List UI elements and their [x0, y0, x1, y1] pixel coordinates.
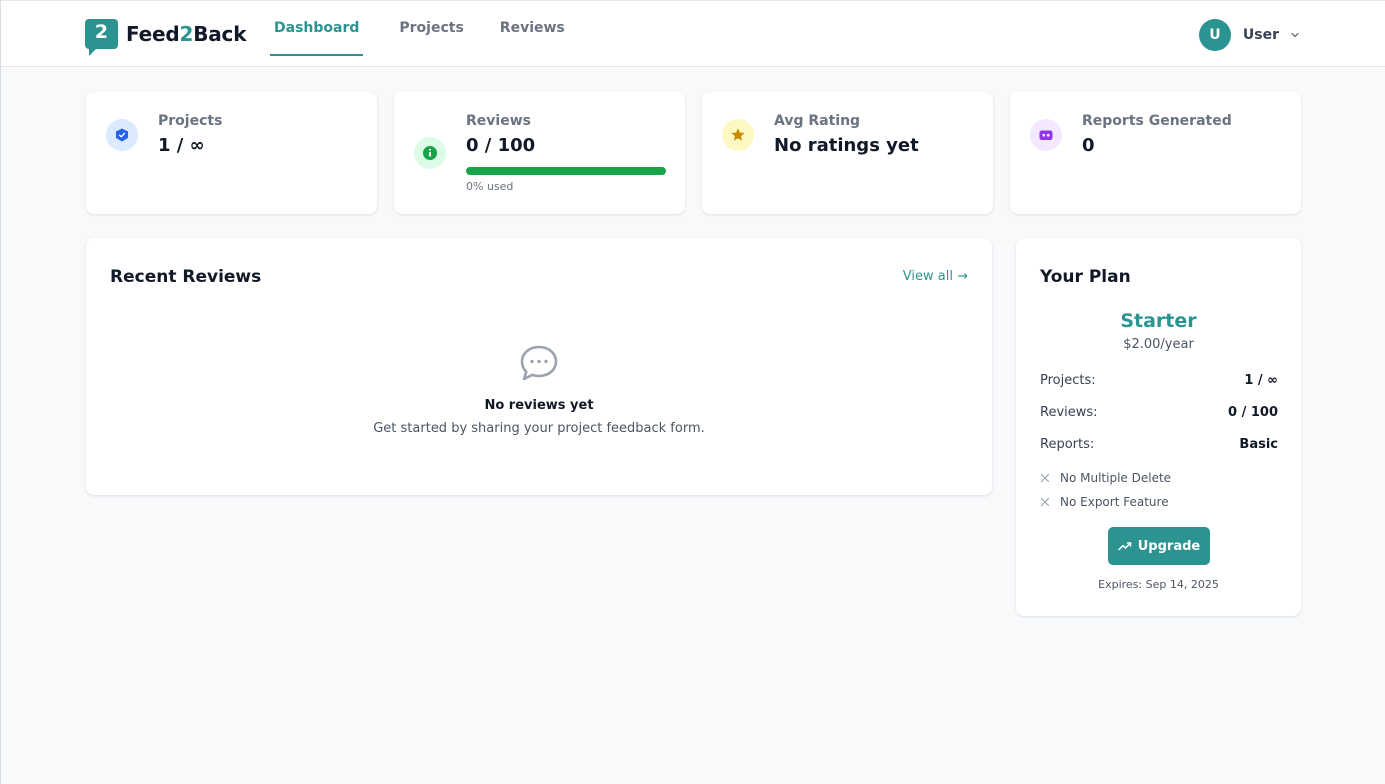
avatar: U — [1198, 19, 1231, 51]
plan-name: Starter — [1120, 310, 1197, 332]
stat-card-projects: Projects 1 / ∞ — [86, 92, 377, 214]
plan-feature-item: No Multiple Delete — [1040, 471, 1171, 485]
info-circle-icon — [414, 137, 446, 169]
plan-row-value: Basic — [1239, 437, 1278, 452]
nav-tab-dashboard[interactable]: Dashboard — [270, 1, 364, 56]
brand-name: Feed2Back — [126, 22, 247, 46]
stat-label: Reports Generated — [1082, 113, 1232, 129]
stat-label: Projects — [158, 113, 223, 129]
recent-reviews-panel: Recent Reviews View all → No reviews yet… — [86, 238, 992, 495]
reviews-usage-progress — [466, 167, 666, 175]
stat-value: 0 / 100 — [466, 135, 536, 156]
chevron-down-icon — [1291, 32, 1299, 38]
user-menu[interactable]: U User — [1198, 19, 1301, 51]
stat-value: No ratings yet — [774, 135, 919, 156]
plan-row-projects: Projects: 1 / ∞ — [1040, 373, 1278, 388]
plan-row-reports: Reports: Basic — [1040, 437, 1278, 452]
main-nav: Dashboard Projects Reviews — [270, 1, 597, 56]
user-name: User — [1242, 27, 1279, 43]
plan-feature-item: No Export Feature — [1040, 495, 1169, 509]
brand-logo[interactable]: 2 Feed2Back — [85, 19, 247, 56]
top-navbar: 2 Feed2Back Dashboard Projects Reviews U… — [1, 0, 1385, 67]
empty-state-title: No reviews yet — [484, 398, 594, 413]
shield-check-icon — [106, 119, 138, 151]
plan-feature-label: No Multiple Delete — [1060, 471, 1172, 485]
progress-caption: 0% used — [466, 180, 514, 193]
stat-card-reports: Reports Generated 0 — [1010, 92, 1301, 214]
plan-row-value: 0 / 100 — [1228, 405, 1278, 420]
logo-mark-icon: 2 — [85, 19, 118, 56]
plan-row-reviews: Reviews: 0 / 100 — [1040, 405, 1278, 420]
stat-label: Avg Rating — [774, 113, 861, 129]
plan-row-key: Reviews: — [1040, 405, 1098, 420]
plan-row-key: Projects: — [1040, 373, 1096, 388]
upgrade-button[interactable]: Upgrade — [1108, 527, 1210, 565]
stat-value: 0 — [1082, 135, 1095, 156]
chat-bubble-icon — [520, 345, 558, 381]
view-all-link[interactable]: View all → — [903, 269, 968, 284]
nav-tab-projects[interactable]: Projects — [395, 1, 481, 56]
upgrade-button-label: Upgrade — [1137, 538, 1201, 554]
plan-row-value: 1 / ∞ — [1244, 373, 1278, 388]
plan-price: $2.00/year — [1123, 337, 1194, 352]
x-icon — [1040, 473, 1050, 483]
stat-label: Reviews — [466, 113, 531, 129]
empty-state-subtitle: Get started by sharing your project feed… — [373, 421, 705, 436]
plan-row-key: Reports: — [1040, 437, 1095, 452]
star-icon — [722, 119, 754, 151]
plan-expiry: Expires: Sep 14, 2025 — [1098, 578, 1219, 591]
x-icon — [1040, 497, 1050, 507]
stat-card-avg-rating: Avg Rating No ratings yet — [702, 92, 993, 214]
nav-tab-reviews[interactable]: Reviews — [496, 1, 583, 56]
recent-reviews-title: Recent Reviews — [110, 267, 262, 287]
plan-feature-label: No Export Feature — [1060, 495, 1169, 509]
robot-icon — [1030, 119, 1062, 151]
trending-up-icon — [1118, 542, 1131, 551]
plan-title: Your Plan — [1040, 267, 1131, 287]
stat-card-reviews: Reviews 0 / 100 0% used — [394, 92, 685, 214]
stat-value: 1 / ∞ — [158, 135, 205, 156]
plan-panel: Your Plan Starter $2.00/year Projects: 1… — [1016, 238, 1301, 616]
